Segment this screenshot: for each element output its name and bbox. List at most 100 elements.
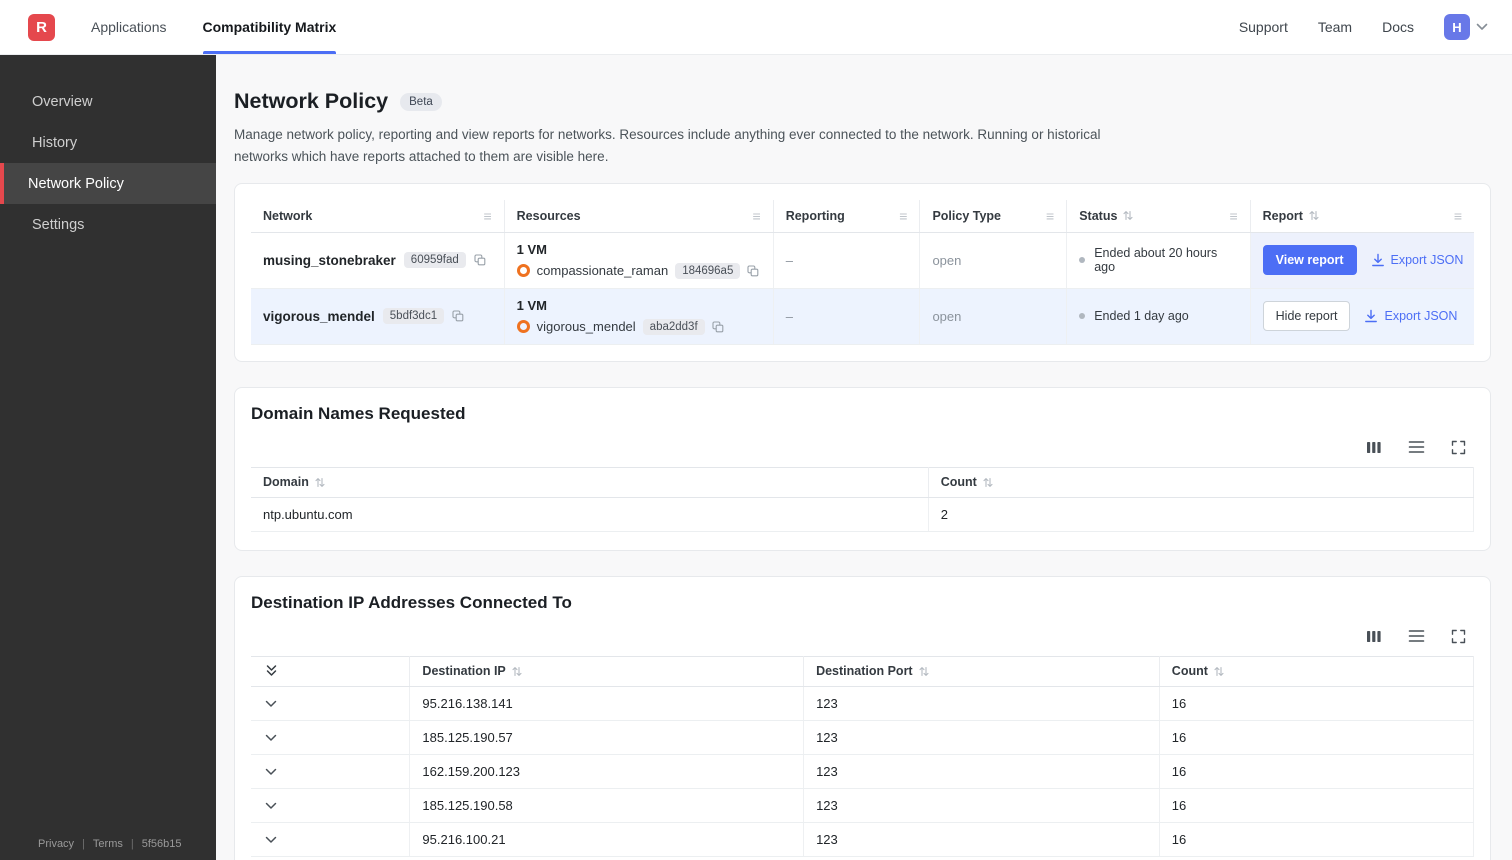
- sidebar-item-overview[interactable]: Overview: [0, 81, 216, 122]
- col-header-resources[interactable]: Resources ≡: [504, 200, 774, 233]
- link-support[interactable]: Support: [1239, 19, 1288, 35]
- status-dot: [1079, 257, 1086, 264]
- drag-handle-icon[interactable]: ≡: [899, 209, 907, 223]
- network-name: vigorous_mendel: [263, 308, 375, 324]
- destination-row: 162.159.200.123 123 16: [251, 754, 1475, 789]
- drag-handle-icon[interactable]: ≡: [753, 209, 761, 223]
- drag-handle-icon[interactable]: ≡: [1046, 209, 1054, 223]
- destination-card-title: Destination IP Addresses Connected To: [251, 592, 572, 612]
- network-id-badge: 5bdf3dc1: [382, 308, 445, 325]
- copy-icon[interactable]: [712, 321, 724, 333]
- col-header-status[interactable]: Status ≡: [1066, 200, 1251, 233]
- destination-port-value: 123: [803, 788, 1160, 823]
- col-header-destination-ip[interactable]: Destination IP: [409, 655, 805, 687]
- sidebar-item-network-policy[interactable]: Network Policy: [0, 163, 216, 204]
- top-navigation: Applications Compatibility Matrix: [91, 0, 336, 54]
- account-menu[interactable]: H: [1444, 14, 1488, 40]
- fullscreen-icon[interactable]: [1451, 440, 1466, 455]
- sort-icon[interactable]: [1309, 210, 1319, 221]
- nav-compatibility-matrix[interactable]: Compatibility Matrix: [202, 0, 336, 54]
- drag-handle-icon[interactable]: ≡: [483, 209, 491, 223]
- export-json-button[interactable]: Export JSON: [1371, 253, 1463, 267]
- count-value: 2: [928, 497, 1475, 532]
- col-header-count[interactable]: Count: [1159, 655, 1475, 687]
- col-header-destination-port[interactable]: Destination Port: [803, 655, 1160, 687]
- copy-icon[interactable]: [747, 265, 759, 277]
- expand-all-icon[interactable]: [263, 662, 280, 679]
- link-docs[interactable]: Docs: [1382, 19, 1414, 35]
- network-name: musing_stonebraker: [263, 252, 396, 268]
- destination-ip-card: Destination IP Addresses Connected To De…: [234, 575, 1491, 860]
- col-header-network[interactable]: Network ≡: [251, 200, 505, 233]
- sort-icon[interactable]: [983, 477, 993, 488]
- expand-row-icon[interactable]: [263, 834, 279, 846]
- domain-card-title: Domain Names Requested: [251, 403, 466, 423]
- network-row-musing-stonebraker: musing_stonebraker 60959fad 1 VM compass…: [251, 232, 1474, 289]
- expand-row-icon[interactable]: [263, 732, 279, 744]
- col-header-reporting[interactable]: Reporting ≡: [773, 200, 921, 233]
- columns-icon[interactable]: [1366, 629, 1382, 644]
- destination-port-value: 123: [803, 754, 1160, 789]
- destination-row: 95.216.100.21 123 16: [251, 822, 1475, 857]
- view-report-button[interactable]: View report: [1262, 245, 1357, 276]
- network-policy-table-card: Network ≡ Resources ≡ Reporting ≡ Policy Ty…: [234, 183, 1491, 362]
- sort-icon[interactable]: [1123, 210, 1133, 221]
- main-content: Network Policy Beta Manage network polic…: [216, 55, 1512, 860]
- page-description: Manage network policy, reporting and vie…: [234, 127, 1101, 164]
- sidebar-item-settings[interactable]: Settings: [0, 204, 216, 245]
- copy-icon[interactable]: [474, 254, 486, 266]
- sort-icon[interactable]: [919, 666, 929, 677]
- privacy-link[interactable]: Privacy: [38, 838, 74, 850]
- sort-icon[interactable]: [1214, 666, 1224, 677]
- fullscreen-icon[interactable]: [1451, 629, 1466, 644]
- expand-row-icon[interactable]: [263, 766, 279, 778]
- vm-count: 1 VM: [516, 241, 547, 257]
- reporting-value: –: [773, 232, 921, 289]
- terms-link[interactable]: Terms: [93, 838, 123, 850]
- expand-all-header: [251, 655, 411, 687]
- expand-row-icon[interactable]: [263, 800, 279, 812]
- drag-handle-icon[interactable]: ≡: [1454, 209, 1462, 223]
- drag-handle-icon[interactable]: ≡: [1229, 209, 1237, 223]
- row-density-icon[interactable]: [1408, 440, 1425, 455]
- hide-report-button[interactable]: Hide report: [1262, 301, 1351, 332]
- count-value: 16: [1159, 720, 1475, 755]
- app-logo[interactable]: R: [28, 13, 55, 41]
- footer-divider: |: [82, 838, 85, 850]
- sidebar-item-history[interactable]: History: [0, 122, 216, 163]
- topbar: R Applications Compatibility Matrix Supp…: [0, 0, 1512, 55]
- count-value: 16: [1159, 822, 1475, 857]
- network-row-vigorous-mendel: vigorous_mendel 5bdf3dc1 1 VM vigorous_m…: [251, 288, 1474, 345]
- page-title: Network Policy: [234, 89, 389, 113]
- destination-port-value: 123: [803, 822, 1160, 857]
- expand-row-icon[interactable]: [263, 698, 279, 710]
- col-header-domain[interactable]: Domain: [251, 466, 929, 498]
- destination-ip-table: Destination IP Destination Port Count 95…: [251, 655, 1475, 857]
- chevron-down-icon: [1476, 23, 1488, 31]
- sort-icon[interactable]: [315, 477, 325, 488]
- network-policy-table: Network ≡ Resources ≡ Reporting ≡ Policy Ty…: [251, 200, 1474, 345]
- link-team[interactable]: Team: [1318, 19, 1352, 35]
- resource-id-badge: 184696a5: [675, 262, 741, 279]
- destination-port-value: 123: [803, 720, 1160, 755]
- col-header-report[interactable]: Report ≡: [1250, 200, 1474, 233]
- avatar[interactable]: H: [1444, 14, 1470, 40]
- domain-value: ntp.ubuntu.com: [251, 497, 929, 532]
- status-text: Ended 1 day ago: [1094, 309, 1189, 324]
- destination-ip-value: 185.125.190.58: [409, 788, 805, 823]
- copy-icon[interactable]: [452, 310, 464, 322]
- status-text: Ended about 20 hours ago: [1094, 246, 1218, 275]
- nav-applications[interactable]: Applications: [91, 0, 167, 54]
- policy-type-value: open: [919, 232, 1068, 289]
- destination-ip-value: 185.125.190.57: [409, 720, 805, 755]
- col-header-policy-type[interactable]: Policy Type ≡: [919, 200, 1068, 233]
- export-json-button[interactable]: Export JSON: [1364, 309, 1457, 323]
- count-value: 16: [1159, 788, 1475, 823]
- col-header-count[interactable]: Count: [928, 466, 1475, 498]
- destination-ip-value: 162.159.200.123: [409, 754, 805, 789]
- row-density-icon[interactable]: [1408, 629, 1425, 644]
- count-value: 16: [1159, 754, 1475, 789]
- columns-icon[interactable]: [1366, 440, 1382, 455]
- domain-row: ntp.ubuntu.com 2: [251, 497, 1475, 532]
- sort-icon[interactable]: [512, 666, 522, 677]
